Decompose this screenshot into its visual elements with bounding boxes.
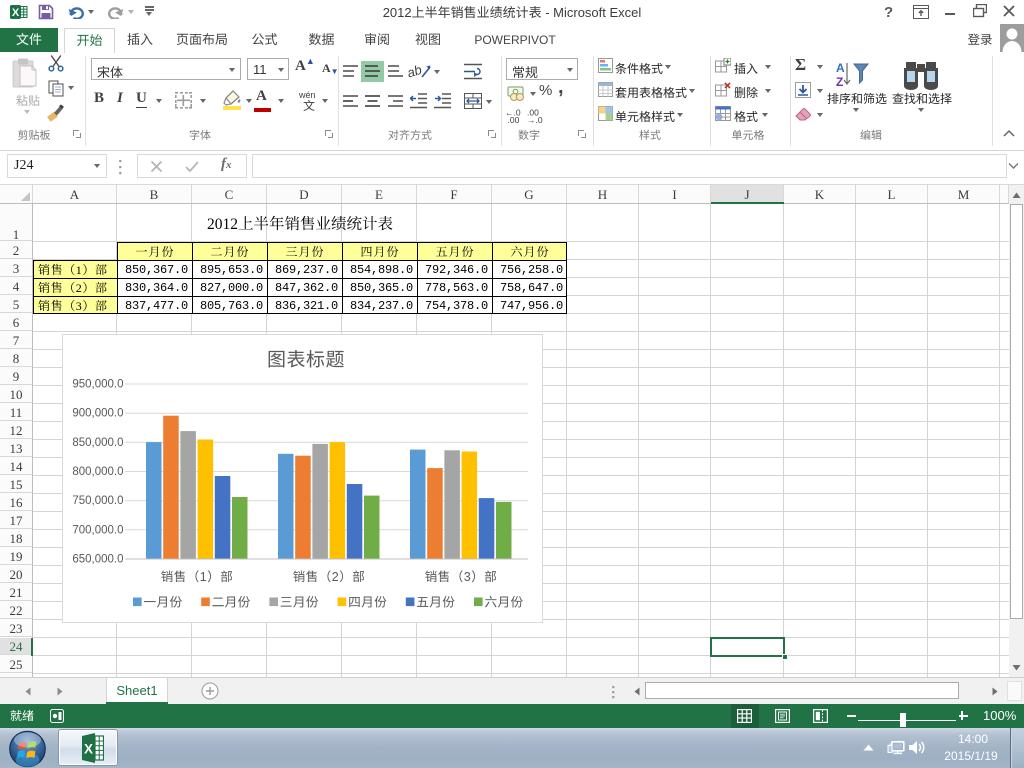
svg-text:750,000.0: 750,000.0 <box>72 495 123 507</box>
svg-text:图表标题: 图表标题 <box>267 350 345 371</box>
svg-text:销售（1）部: 销售（1）部 <box>161 570 233 584</box>
svg-text:800,000.0: 800,000.0 <box>72 466 123 478</box>
svg-text:三月份: 三月份 <box>280 596 319 610</box>
svg-text:650,000.0: 650,000.0 <box>72 554 123 566</box>
svg-text:Z: Z <box>836 75 843 89</box>
svg-text:销售（3）部: 销售（3）部 <box>425 570 497 584</box>
svg-text:ab: ab <box>408 62 424 81</box>
svg-text:700,000.0: 700,000.0 <box>72 524 123 536</box>
svg-text:二月份: 二月份 <box>212 596 251 610</box>
svg-text:销售（2）部: 销售（2）部 <box>293 570 365 584</box>
svg-text:850,000.0: 850,000.0 <box>72 437 123 449</box>
svg-text:X: X <box>84 742 93 757</box>
svg-text:五月份: 五月份 <box>416 596 455 610</box>
svg-text:一月份: 一月份 <box>144 596 183 610</box>
svg-text:950,000.0: 950,000.0 <box>72 379 123 391</box>
svg-text:.00: .00 <box>508 115 520 123</box>
svg-text:900,000.0: 900,000.0 <box>72 408 123 420</box>
svg-text:→.0: →.0 <box>527 115 543 123</box>
svg-text:六月份: 六月份 <box>485 596 524 610</box>
svg-text:文: 文 <box>303 99 315 111</box>
svg-text:A: A <box>836 61 845 75</box>
svg-text:X: X <box>12 7 20 19</box>
svg-text:四月份: 四月份 <box>348 596 387 610</box>
